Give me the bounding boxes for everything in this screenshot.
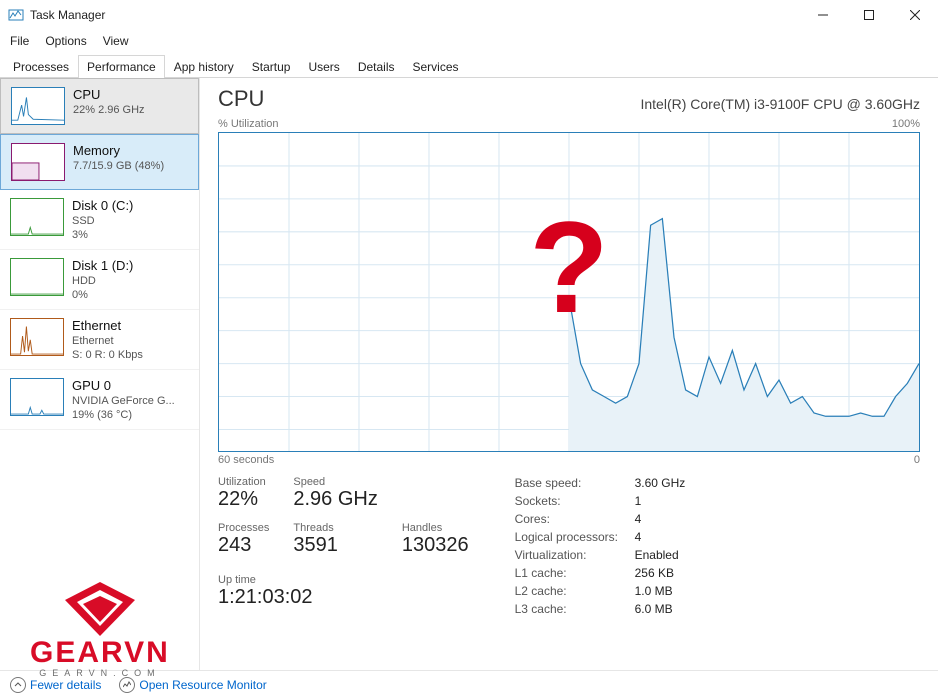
cores-value: 4: [635, 512, 686, 526]
sidebar-item-sub: 22% 2.96 GHz: [73, 104, 145, 116]
fewer-details-label: Fewer details: [30, 678, 101, 692]
threads-label: Threads: [293, 522, 377, 534]
chart-label-btm-right: 0: [914, 454, 920, 466]
menu-view[interactable]: View: [103, 34, 129, 48]
titlebar: Task Manager: [0, 0, 938, 30]
l1-value: 256 KB: [635, 566, 686, 580]
sidebar-item-label: Memory: [73, 143, 164, 158]
sockets-value: 1: [635, 494, 686, 508]
virt-label: Virtualization:: [515, 548, 635, 562]
task-manager-icon: [8, 7, 24, 23]
page-title: CPU: [218, 86, 264, 112]
maximize-button[interactable]: [846, 0, 892, 30]
cpu-model-name: Intel(R) Core(TM) i3-9100F CPU @ 3.60GHz: [640, 96, 920, 112]
performance-sidebar: CPU 22% 2.96 GHz Memory 7.7/15.9 GB (48%…: [0, 78, 200, 670]
fewer-details-link[interactable]: Fewer details: [10, 677, 101, 693]
sidebar-item-label: CPU: [73, 87, 145, 102]
threads-value: 3591: [293, 534, 377, 557]
tab-details[interactable]: Details: [349, 55, 404, 78]
l3-value: 6.0 MB: [635, 602, 686, 616]
sidebar-item-sub: 7.7/15.9 GB (48%): [73, 160, 164, 172]
sidebar-item-sub: Ethernet: [72, 335, 143, 347]
speed-label: Speed: [293, 476, 377, 488]
menubar: File Options View: [0, 30, 938, 52]
sidebar-item-sub: SSD: [72, 215, 133, 227]
sidebar-item-sub2: S: 0 R: 0 Kbps: [72, 349, 143, 361]
open-resource-monitor-label: Open Resource Monitor: [139, 678, 266, 692]
uptime-value: 1:21:03:02: [218, 586, 469, 609]
virt-value: Enabled: [635, 548, 686, 562]
sidebar-item-sub: HDD: [72, 275, 133, 287]
lp-value: 4: [635, 530, 686, 544]
cpu-utilization-chart[interactable]: ?: [218, 132, 920, 452]
tab-processes[interactable]: Processes: [4, 55, 78, 78]
base-speed-value: 3.60 GHz: [635, 476, 686, 490]
l3-label: L3 cache:: [515, 602, 635, 616]
l1-label: L1 cache:: [515, 566, 635, 580]
sidebar-item-gpu0[interactable]: GPU 0 NVIDIA GeForce G... 19% (36 °C): [0, 370, 199, 430]
sidebar-item-memory[interactable]: Memory 7.7/15.9 GB (48%): [0, 134, 199, 190]
sidebar-item-sub2: 0%: [72, 289, 133, 301]
sidebar-item-disk0[interactable]: Disk 0 (C:) SSD 3%: [0, 190, 199, 250]
sidebar-item-label: Disk 0 (C:): [72, 198, 133, 213]
minimize-button[interactable]: [800, 0, 846, 30]
cpu-thumb: [11, 87, 65, 125]
tab-performance[interactable]: Performance: [78, 55, 165, 78]
question-mark-overlay: ?: [529, 202, 608, 332]
base-speed-label: Base speed:: [515, 476, 635, 490]
sidebar-item-cpu[interactable]: CPU 22% 2.96 GHz: [0, 78, 199, 134]
l2-label: L2 cache:: [515, 584, 635, 598]
sidebar-item-sub2: 3%: [72, 229, 133, 241]
chevron-up-icon: [10, 677, 26, 693]
memory-thumb: [11, 143, 65, 181]
utilization-value: 22%: [218, 488, 269, 511]
sidebar-item-sub: NVIDIA GeForce G...: [72, 395, 175, 407]
disk0-thumb: [10, 198, 64, 236]
chart-label-top-left: % Utilization: [218, 118, 279, 130]
sidebar-item-sub2: 19% (36 °C): [72, 409, 175, 421]
window-title: Task Manager: [30, 8, 105, 22]
sidebar-item-disk1[interactable]: Disk 1 (D:) HDD 0%: [0, 250, 199, 310]
menu-options[interactable]: Options: [45, 34, 86, 48]
sockets-label: Sockets:: [515, 494, 635, 508]
speed-value: 2.96 GHz: [293, 488, 377, 511]
uptime-label: Up time: [218, 574, 469, 586]
footer: Fewer details Open Resource Monitor: [0, 670, 938, 698]
menu-file[interactable]: File: [10, 34, 29, 48]
cores-label: Cores:: [515, 512, 635, 526]
lp-label: Logical processors:: [515, 530, 635, 544]
open-resource-monitor-link[interactable]: Open Resource Monitor: [119, 677, 266, 693]
tab-services[interactable]: Services: [404, 55, 468, 78]
tab-users[interactable]: Users: [299, 55, 348, 78]
resource-monitor-icon: [119, 677, 135, 693]
processes-value: 243: [218, 534, 269, 557]
gpu0-thumb: [10, 378, 64, 416]
disk1-thumb: [10, 258, 64, 296]
utilization-label: Utilization: [218, 476, 269, 488]
sidebar-item-ethernet[interactable]: Ethernet Ethernet S: 0 R: 0 Kbps: [0, 310, 199, 370]
sidebar-item-label: GPU 0: [72, 378, 175, 393]
tabbar: Processes Performance App history Startu…: [0, 52, 938, 78]
handles-value: 130326: [402, 534, 469, 557]
sidebar-item-label: Ethernet: [72, 318, 143, 333]
sidebar-item-label: Disk 1 (D:): [72, 258, 133, 273]
tab-startup[interactable]: Startup: [243, 55, 300, 78]
main-panel: CPU Intel(R) Core(TM) i3-9100F CPU @ 3.6…: [200, 78, 938, 670]
close-button[interactable]: [892, 0, 938, 30]
handles-label: Handles: [402, 522, 469, 534]
chart-label-btm-left: 60 seconds: [218, 454, 274, 466]
ethernet-thumb: [10, 318, 64, 356]
tab-app-history[interactable]: App history: [165, 55, 243, 78]
processes-label: Processes: [218, 522, 269, 534]
l2-value: 1.0 MB: [635, 584, 686, 598]
chart-label-top-right: 100%: [892, 118, 920, 130]
